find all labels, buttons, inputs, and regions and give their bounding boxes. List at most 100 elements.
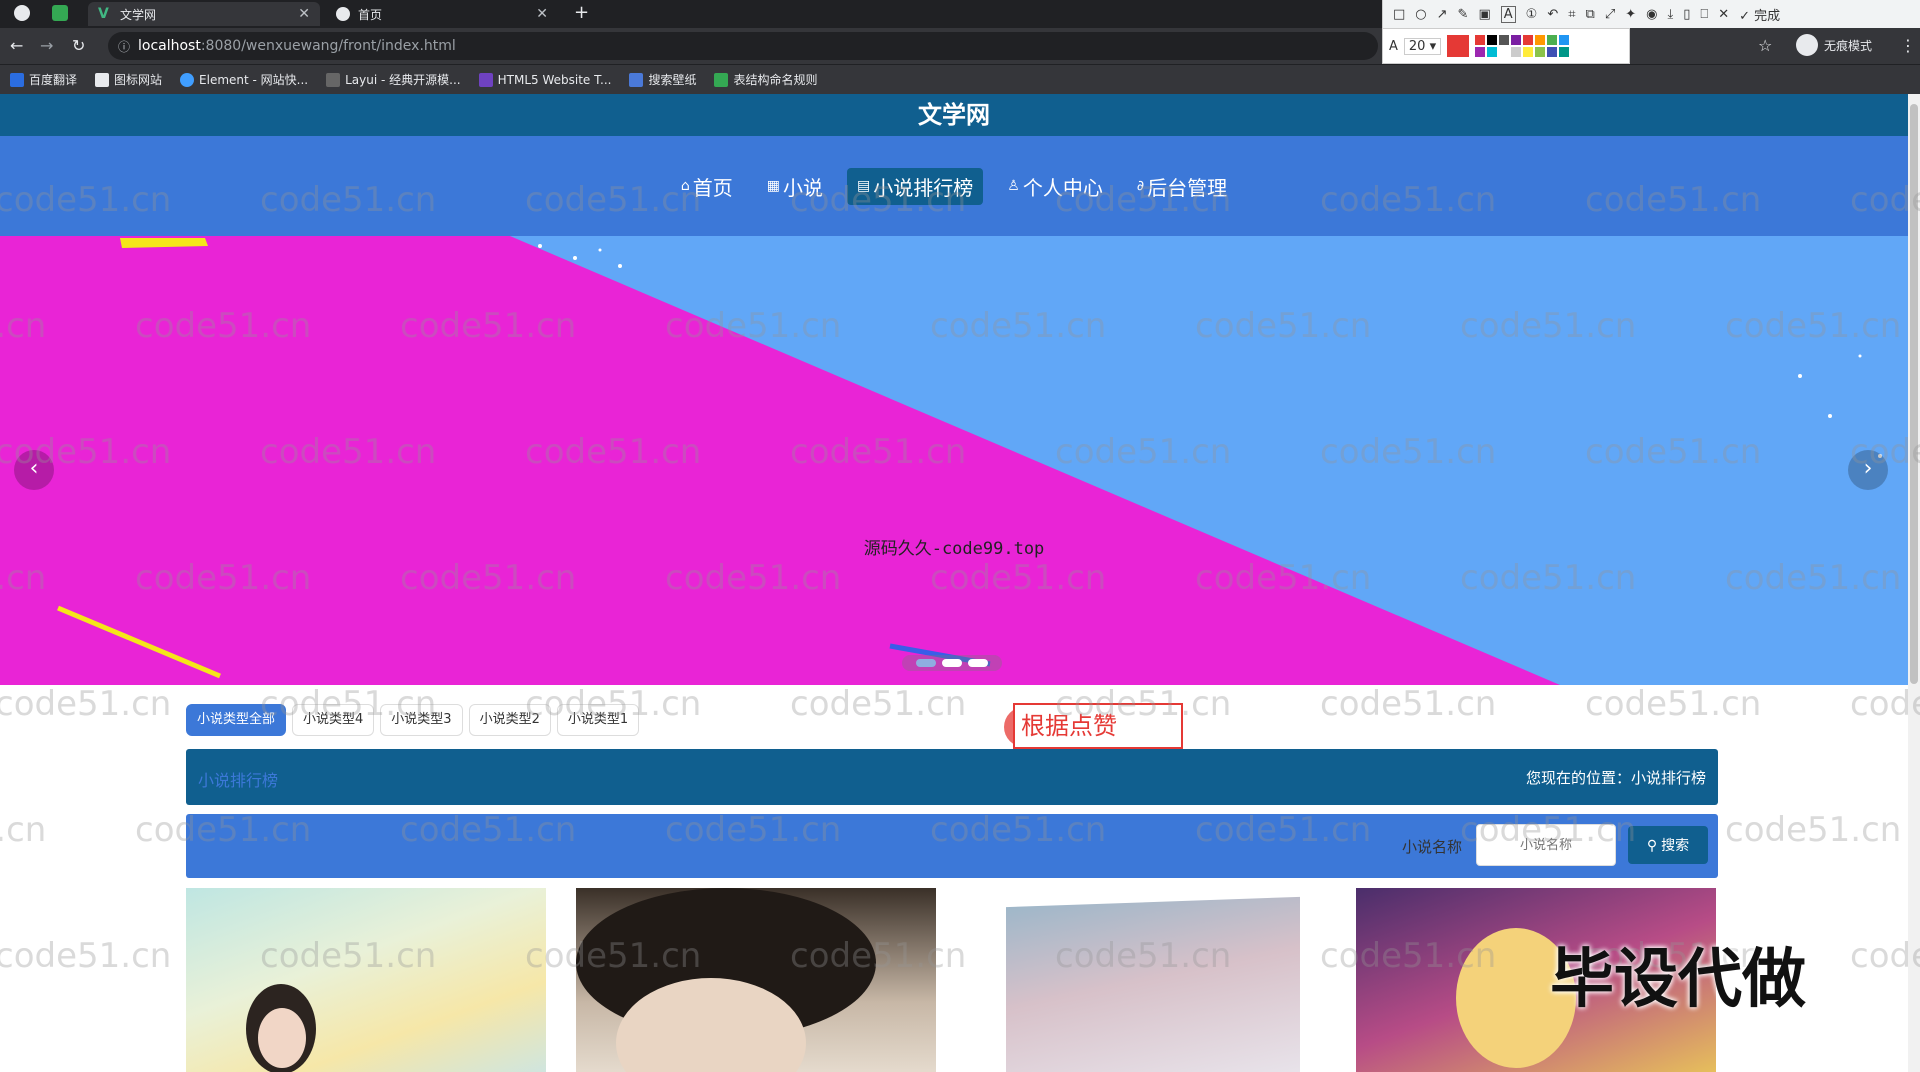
novel-card[interactable] bbox=[966, 888, 1326, 1072]
font-icon: A bbox=[1389, 38, 1398, 54]
color-swatch[interactable] bbox=[1511, 47, 1522, 57]
type-tab-2[interactable]: 小说类型2 bbox=[468, 704, 551, 736]
current-color-swatch[interactable] bbox=[1447, 35, 1470, 57]
type-tab-all[interactable]: 小说类型全部 bbox=[186, 704, 287, 736]
color-swatch[interactable] bbox=[1535, 35, 1546, 45]
nav-profile[interactable]: ♙ 个人中心 bbox=[997, 168, 1113, 205]
info-icon[interactable]: ⓘ bbox=[118, 38, 130, 55]
url-path: :8080/wenxuewang/front/index.html bbox=[200, 38, 456, 54]
search-input[interactable] bbox=[1476, 824, 1616, 866]
scrollbar-thumb[interactable] bbox=[1910, 104, 1918, 684]
cancel-icon[interactable]: ✕ bbox=[1718, 7, 1729, 22]
incognito-label: 无痕模式 bbox=[1824, 38, 1873, 53]
nav-admin[interactable]: ∂ 后台管理 bbox=[1127, 168, 1237, 205]
bookmark-item[interactable]: 图标网站 bbox=[95, 71, 162, 88]
bookmark-item[interactable]: Layui - 经典开源模... bbox=[326, 71, 461, 88]
font-size-select[interactable]: 20 ▾ bbox=[1403, 37, 1442, 55]
promo-overlay-text: 毕设代做 bbox=[1550, 943, 1806, 1017]
annotation-text-box[interactable]: 根据点赞 bbox=[1013, 703, 1183, 749]
expand-icon[interactable]: ⤢ bbox=[1605, 7, 1615, 22]
novel-card[interactable] bbox=[186, 888, 546, 1072]
color-swatch[interactable] bbox=[1559, 47, 1570, 57]
address-row: ← → ↻ ⓘ localhost:8080/wenxuewang/front/… bbox=[0, 28, 1920, 64]
cover-image bbox=[1006, 896, 1300, 1072]
banner-carousel[interactable]: 源码久久-code99.top ‹ › bbox=[0, 236, 1908, 685]
color-swatch[interactable] bbox=[1523, 47, 1534, 57]
page-scrollbar[interactable] bbox=[1908, 94, 1920, 1072]
crop-icon[interactable]: ⌗ bbox=[1568, 7, 1575, 22]
rectangle-tool-icon[interactable]: □ bbox=[1393, 7, 1405, 22]
color-swatch[interactable] bbox=[1499, 35, 1510, 45]
done-button[interactable]: ✓ 完成 bbox=[1739, 5, 1780, 24]
pen-tool-icon[interactable]: ✎ bbox=[1458, 7, 1469, 22]
browser-tab-1[interactable]: V 文学网 ✕ bbox=[88, 2, 320, 26]
color-swatch[interactable] bbox=[1547, 35, 1558, 45]
search-button-label: 搜索 bbox=[1661, 837, 1690, 853]
color-palette[interactable] bbox=[1475, 35, 1570, 57]
pin-icon[interactable]: ✦ bbox=[1625, 7, 1636, 22]
carousel-next-button[interactable]: › bbox=[1848, 450, 1888, 490]
color-swatch[interactable] bbox=[1547, 47, 1558, 57]
browser-menu-icon[interactable]: ⋮ bbox=[1900, 36, 1916, 55]
user-icon: ♙ bbox=[1007, 178, 1020, 194]
number-tool-icon[interactable]: ① bbox=[1526, 7, 1538, 22]
arrow-tool-icon[interactable]: ↗ bbox=[1437, 7, 1448, 22]
carousel-dot[interactable] bbox=[968, 659, 988, 667]
download-icon[interactable]: ⤓ bbox=[1668, 7, 1674, 22]
nav-ranking[interactable]: ▤ 小说排行榜 bbox=[847, 167, 984, 205]
color-swatch[interactable] bbox=[1487, 47, 1498, 57]
bookmark-label: Layui - 经典开源模... bbox=[345, 73, 461, 87]
close-icon[interactable]: ✕ bbox=[298, 6, 310, 22]
type-tab-1[interactable]: 小说类型1 bbox=[556, 704, 640, 736]
bookmark-label: 表结构命名规则 bbox=[733, 73, 818, 87]
bookmark-icon[interactable]: ⎕ bbox=[1700, 7, 1708, 22]
undo-icon[interactable]: ↶ bbox=[1547, 7, 1558, 22]
type-tab-3[interactable]: 小说类型3 bbox=[380, 704, 463, 736]
address-bar[interactable]: ⓘ localhost:8080/wenxuewang/front/index.… bbox=[108, 32, 1378, 60]
search-label: 小说名称 bbox=[1402, 838, 1463, 856]
font-size-value: 20 bbox=[1408, 38, 1426, 54]
mosaic-tool-icon[interactable]: ▣ bbox=[1478, 7, 1490, 22]
bookmark-item[interactable]: 百度翻译 bbox=[10, 71, 77, 88]
copy-icon[interactable]: ⧉ bbox=[1586, 7, 1595, 22]
nav-home[interactable]: ⌂ 首页 bbox=[671, 168, 743, 205]
incognito-indicator[interactable]: 无痕模式 bbox=[1796, 34, 1872, 56]
new-tab-icon[interactable]: + bbox=[574, 2, 589, 23]
book-icon: ▦ bbox=[766, 178, 781, 194]
bookmark-item[interactable]: 表结构命名规则 bbox=[714, 71, 817, 88]
ellipse-tool-icon[interactable]: ○ bbox=[1415, 7, 1426, 22]
nav-novel[interactable]: ▦ 小说 bbox=[757, 168, 833, 205]
text-tool-icon[interactable]: A bbox=[1500, 5, 1516, 23]
color-swatch[interactable] bbox=[1487, 35, 1498, 45]
color-swatch[interactable] bbox=[1475, 35, 1486, 45]
color-swatch[interactable] bbox=[1559, 35, 1570, 45]
color-swatch[interactable] bbox=[1475, 47, 1486, 57]
forward-icon[interactable]: → bbox=[40, 36, 53, 55]
color-swatch[interactable] bbox=[1499, 47, 1510, 57]
carousel-dot[interactable] bbox=[942, 659, 962, 667]
carousel-dot[interactable] bbox=[916, 659, 936, 667]
translate-icon bbox=[10, 72, 24, 87]
pinned-tab-icon[interactable] bbox=[14, 5, 30, 21]
close-icon[interactable]: ✕ bbox=[536, 6, 548, 22]
search-button[interactable]: ⚲ 搜索 bbox=[1628, 826, 1708, 864]
carousel-prev-button[interactable]: ‹ bbox=[14, 450, 54, 490]
reload-icon[interactable]: ↻ bbox=[72, 36, 85, 55]
novel-card[interactable] bbox=[576, 888, 936, 1072]
type-tab-4[interactable]: 小说类型4 bbox=[292, 704, 375, 736]
bookmark-item[interactable]: HTML5 Website T... bbox=[478, 72, 611, 87]
bookmark-star-icon[interactable]: ☆ bbox=[1758, 36, 1772, 55]
flag-icon bbox=[95, 72, 110, 87]
color-swatch[interactable] bbox=[1511, 35, 1522, 45]
browser-tab-2[interactable]: 首页 ✕ bbox=[326, 2, 558, 26]
color-swatch[interactable] bbox=[1535, 47, 1546, 57]
bookmark-item[interactable]: Element - 网站快... bbox=[180, 71, 308, 88]
novel-card-list bbox=[186, 888, 1718, 1072]
pinned-sheet-icon[interactable] bbox=[52, 5, 68, 21]
back-icon[interactable]: ← bbox=[10, 36, 23, 55]
color-swatch[interactable] bbox=[1523, 35, 1534, 45]
home-icon: ⌂ bbox=[680, 178, 690, 194]
record-icon[interactable]: ◉ bbox=[1646, 7, 1657, 22]
device-icon[interactable]: ▯ bbox=[1683, 7, 1690, 22]
bookmark-item[interactable]: 搜索壁纸 bbox=[629, 71, 696, 88]
